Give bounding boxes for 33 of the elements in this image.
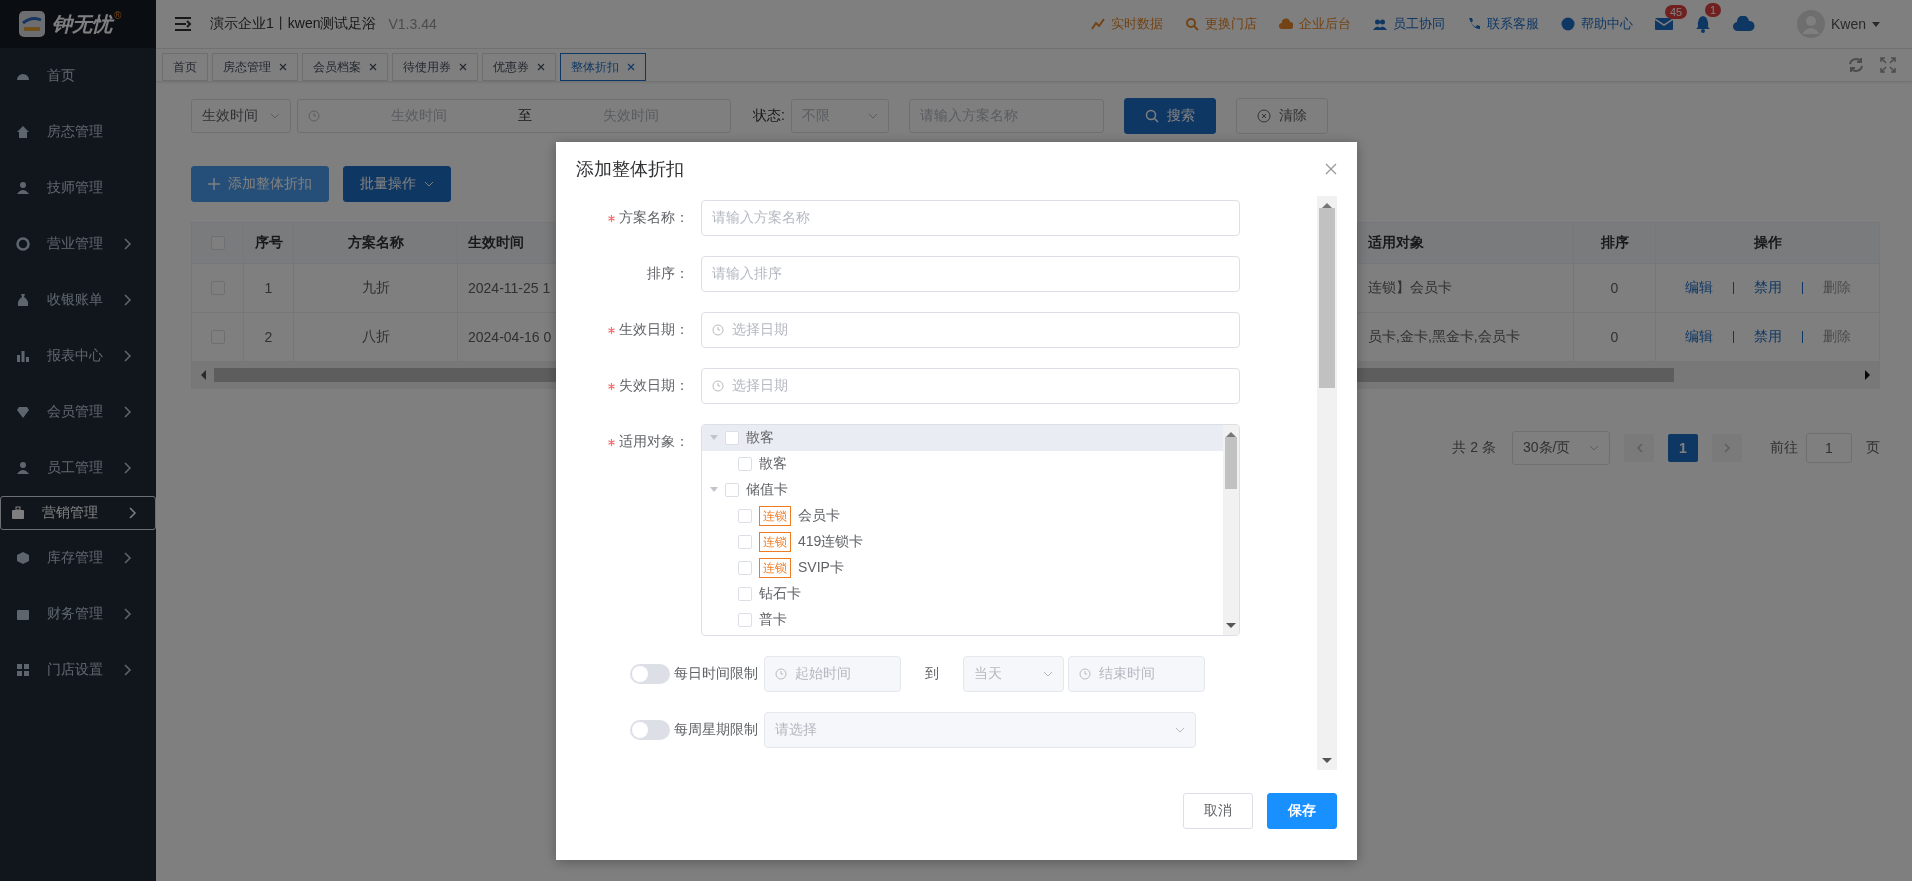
form-label: 失效日期：: [619, 377, 689, 395]
column-header: 适用对象: [1358, 223, 1574, 263]
table-cell: 2: [244, 313, 294, 361]
total-count: 共 2 条: [1452, 439, 1496, 457]
table-cell: 连锁】会员卡: [1358, 264, 1574, 312]
table-cell: 八折: [294, 313, 458, 361]
notification-count: 1: [1704, 3, 1722, 17]
registered-mark: ®: [114, 10, 122, 21]
company-name: 演示企业1丨kwen测试足浴: [210, 15, 377, 33]
table-cell: 0: [1574, 264, 1656, 312]
range-separator: 到: [925, 665, 939, 683]
table-cell: 1: [244, 264, 294, 312]
toggle-label: 每周星期限制: [674, 721, 758, 739]
column-header: 序号: [244, 223, 294, 263]
unread-count: 45: [1664, 5, 1688, 19]
table-cell: 员卡,金卡,黑金卡,会员卡: [1358, 313, 1574, 361]
form-label: 方案名称：: [619, 209, 689, 227]
chain-tag: 连锁: [759, 506, 791, 526]
chain-tag: 连锁: [759, 558, 791, 578]
chain-tag: 连锁: [759, 532, 791, 552]
form-label: 排序：: [647, 265, 689, 283]
form-label: 生效日期：: [619, 321, 689, 339]
dialog-title: 添加整体折扣: [576, 158, 684, 181]
goto-label: 前往: [1770, 439, 1798, 457]
status-label: 状态:: [753, 107, 785, 125]
page-unit: 页: [1866, 439, 1880, 457]
column-header: 排序: [1574, 223, 1656, 263]
table-cell: 0: [1574, 313, 1656, 361]
form-label: 适用对象：: [619, 433, 689, 451]
column-header: 操作: [1752, 233, 1783, 252]
table-cell: 九折: [294, 264, 458, 312]
column-header: 方案名称: [294, 223, 458, 263]
toggle-label: 每日时间限制: [674, 665, 758, 683]
